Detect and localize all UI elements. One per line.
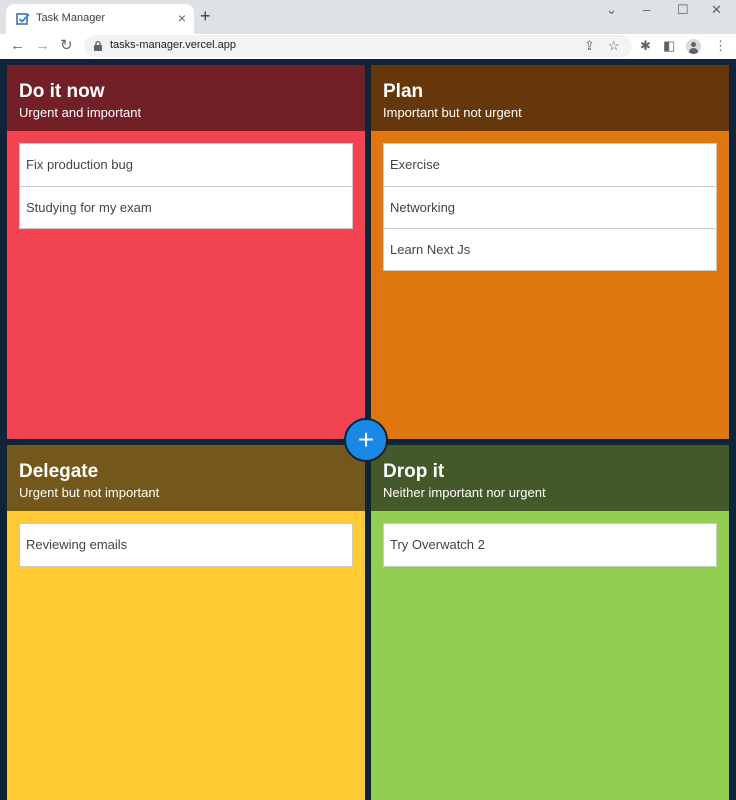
quadrant-body: Try Overwatch 2 [371,511,729,800]
browser-toolbar: ← → ↻ tasks-manager.vercel.app ⇪ ☆ ✱ ◧ ⋮ [0,34,736,59]
task-item[interactable]: Exercise [384,144,716,186]
checkbox-icon [16,13,30,25]
maximize-icon[interactable]: ☐ [677,2,689,18]
plus-icon: + [357,424,375,455]
quadrant-subtitle: Urgent but not important [19,485,160,500]
quadrant-subtitle: Urgent and important [19,105,142,120]
url-text: tasks-manager.vercel.app [110,39,236,51]
forward-icon[interactable]: → [35,36,50,56]
quadrant-header: Drop it Neither important nor urgent [371,445,729,511]
tab-search-icon[interactable]: ⌄ [606,2,617,18]
quadrant-header: Do it now Urgent and important [7,65,365,131]
task-list: Fix production bug Studying for my exam [19,143,353,229]
task-item[interactable]: Reviewing emails [20,524,352,566]
lock-icon [94,40,102,51]
browser-tab[interactable]: Task Manager × [6,4,194,34]
task-item[interactable]: Try Overwatch 2 [384,524,716,566]
address-bar[interactable]: tasks-manager.vercel.app ⇪ ☆ [84,35,632,57]
new-tab-button[interactable]: + [200,6,211,26]
quadrant-header: Delegate Urgent but not important [7,445,365,511]
quadrant-plan: Plan Important but not urgent Exercise N… [371,65,729,439]
task-list: Reviewing emails [19,523,353,567]
reload-icon[interactable]: ↻ [60,36,73,56]
task-item[interactable]: Learn Next Js [384,228,716,270]
task-item[interactable]: Networking [384,186,716,228]
task-item[interactable]: Fix production bug [20,144,352,186]
quadrant-title: Plan [383,81,424,102]
quadrant-body: Exercise Networking Learn Next Js [371,131,729,439]
minimize-icon[interactable]: – [643,2,650,18]
share-icon[interactable]: ⇪ [584,37,595,55]
quadrant-drop-it: Drop it Neither important nor urgent Try… [371,445,729,800]
extensions-icon[interactable]: ✱ [640,37,651,55]
quadrant-subtitle: Important but not urgent [383,105,522,120]
quadrant-title: Drop it [383,461,445,482]
quadrant-title: Do it now [19,81,105,102]
back-icon[interactable]: ← [10,36,25,56]
task-list: Try Overwatch 2 [383,523,717,567]
menu-icon[interactable]: ⋮ [714,37,727,55]
quadrant-title: Delegate [19,461,99,482]
add-task-button[interactable]: + [344,418,388,462]
quadrant-header: Plan Important but not urgent [371,65,729,131]
task-item[interactable]: Studying for my exam [20,186,352,228]
quadrant-do-it-now: Do it now Urgent and important Fix produ… [7,65,365,439]
quadrant-body: Fix production bug Studying for my exam [7,131,365,439]
window-close-icon[interactable]: ✕ [711,2,722,18]
profile-avatar-icon[interactable] [686,39,701,54]
close-tab-icon[interactable]: × [178,10,186,26]
tab-title: Task Manager [36,12,106,24]
bookmark-star-icon[interactable]: ☆ [608,37,620,55]
side-panel-icon[interactable]: ◧ [663,37,675,55]
task-list: Exercise Networking Learn Next Js [383,143,717,271]
quadrant-body: Reviewing emails [7,511,365,800]
quadrant-delegate: Delegate Urgent but not important Review… [7,445,365,800]
quadrant-subtitle: Neither important nor urgent [383,485,546,500]
browser-tabstrip: Task Manager × + ⌄ – ☐ ✕ [0,0,736,34]
